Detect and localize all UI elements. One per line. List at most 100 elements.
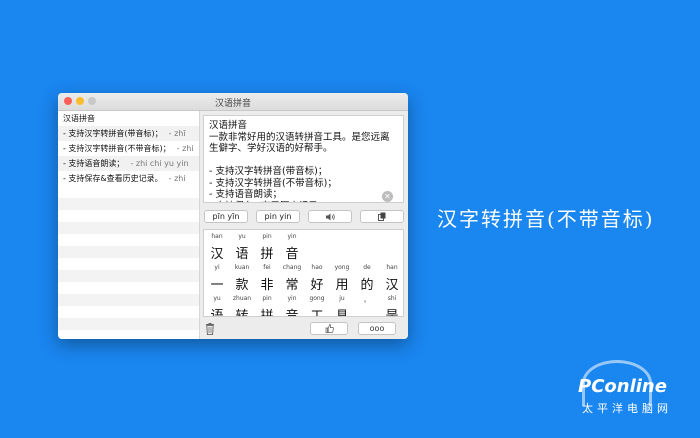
history-item[interactable]: - 支持汉字转拼音(不带音标)； - zhi: [58, 141, 199, 156]
pinyin-cell: yin: [287, 233, 297, 240]
history-item-title: - 支持语音朗读；: [63, 159, 125, 168]
empty-row: [58, 222, 199, 234]
speak-button[interactable]: [308, 210, 352, 223]
empty-row: [58, 198, 199, 210]
pinyin-cell: han: [211, 233, 223, 240]
hanzi-cell: 常: [285, 278, 299, 293]
pinyin-cell: yi: [214, 264, 220, 271]
pinyin-cell: zhuan: [232, 295, 252, 302]
input-line: - 支持汉字转拼音(不带音标)；: [209, 177, 337, 189]
hanzi-cell: 语: [235, 247, 249, 262]
empty-row: [58, 186, 199, 198]
hanzi-cell: 是: [385, 309, 399, 317]
pinyin-cell: han: [386, 264, 398, 271]
pinyin-cell: ju: [339, 295, 345, 302]
hanzi-cell: 拼: [260, 247, 274, 262]
pinyin-cell: pin: [262, 233, 272, 240]
more-button[interactable]: ooo: [358, 322, 396, 335]
like-button[interactable]: [310, 322, 348, 335]
hanzi-cell: 的: [360, 278, 374, 293]
input-line: - 支持语音朗读；: [209, 189, 282, 200]
history-item[interactable]: - 支持保存&查看历史记录。 - zhi: [58, 171, 199, 186]
pinyin-cell: yin: [287, 295, 297, 302]
hanzi-cell: 转: [235, 309, 249, 317]
input-line: 汉语拼音: [209, 120, 248, 131]
pinyin-plain-button[interactable]: pin yin: [256, 210, 300, 223]
pinyin-cell: hao: [311, 264, 323, 271]
hanzi-cell: 拼: [260, 309, 274, 317]
hanzi-cell: 。: [360, 309, 374, 317]
hanzi-cell: 工: [310, 309, 324, 317]
watermark-sub: 太平洋电脑网: [582, 402, 672, 415]
pinyin-cell: shi: [387, 295, 397, 302]
watermark-brand: PConline: [578, 376, 667, 397]
empty-row: [58, 270, 199, 282]
hanzi-row: 汉语拼音: [204, 241, 403, 263]
history-item[interactable]: 汉语拼音: [58, 111, 199, 126]
hanzi-row: 一款非常好用的汉: [204, 272, 403, 294]
hanzi-row: 语 转 拼 音 工 具 。 是: [204, 303, 403, 317]
pinyin-row: yi kuan fei chang hao yong de han: [204, 263, 403, 272]
window-title: 汉语拼音: [214, 99, 251, 109]
watermark: PConline 太平洋电脑网: [578, 360, 688, 420]
history-item-title: - 支持保存&查看历史记录。: [63, 174, 163, 183]
hanzi-cell: 款: [235, 278, 249, 293]
pinyin-row: han yu pin yin: [204, 232, 403, 241]
pinyin-cell: yu: [238, 233, 246, 240]
hanzi-cell: 用: [335, 278, 349, 293]
hanzi-cell: 音: [285, 309, 299, 317]
hanzi-cell: 语: [210, 309, 224, 317]
history-item-pinyin: - zhi: [176, 144, 194, 153]
empty-row: [58, 210, 199, 222]
hanzi-cell: 汉: [385, 278, 399, 293]
clear-icon[interactable]: ✕: [382, 191, 393, 202]
pinyin-cell: yong: [334, 264, 350, 271]
input-line: [209, 155, 398, 167]
empty-row: [58, 246, 199, 258]
input-textarea[interactable]: 汉语拼音 一款非常好用的汉语转拼音工具。是您远离生僻字、学好汉语的好帮手。 - 支…: [203, 115, 404, 203]
pinyin-cell: de: [363, 264, 371, 271]
title-bar: 汉语拼音: [58, 93, 408, 111]
speaker-icon: [325, 213, 335, 221]
thumb-icon: [325, 324, 334, 333]
empty-row: [58, 234, 199, 246]
pinyin-row: yu zhuan pin yin gong ju。 shi: [204, 294, 403, 304]
hanzi-cell: 音: [285, 247, 299, 262]
input-line: - 支持汉字转拼音(带音标)；: [209, 166, 328, 177]
history-item-pinyin: - zhi chi yu yin: [130, 159, 189, 168]
empty-row: [58, 318, 199, 330]
copy-icon: [378, 212, 386, 221]
history-item-title: - 支持汉字转拼音(不带音标)；: [63, 144, 171, 153]
history-item[interactable]: - 支持语音朗读； - zhi chi yu yin: [58, 156, 199, 171]
hanzi-cell: 汉: [210, 247, 224, 262]
pinyin-cell: chang: [282, 264, 302, 271]
pinyin-cell: kuan: [234, 264, 250, 271]
hanzi-cell: 具: [335, 309, 349, 317]
pinyin-cell: yu: [213, 295, 221, 302]
pinyin-cell: gong: [309, 295, 325, 302]
history-item[interactable]: - 支持汉字转拼音(带音标)； - zhī: [58, 126, 199, 141]
action-buttons: pīn yīn pin yin: [204, 210, 404, 224]
copy-button[interactable]: [360, 210, 404, 223]
history-item-pinyin: - zhī: [168, 129, 186, 138]
pinyin-cell: fei: [263, 264, 271, 271]
history-item-pinyin: - zhi: [168, 174, 186, 183]
history-list: 汉语拼音 - 支持汉字转拼音(带音标)； - zhī - 支持汉字转拼音(不带音标)；…: [58, 111, 199, 186]
trash-icon[interactable]: [205, 323, 215, 335]
input-line: - 支持保存&查看历史记录。: [209, 201, 398, 203]
input-line: 一款非常好用的汉语转拼音工具。是您远离生僻字、学好汉语的好帮手。: [209, 131, 390, 155]
history-empty-rows: [58, 186, 199, 330]
history-sidebar: 汉语拼音 - 支持汉字转拼音(带音标)； - zhī - 支持汉字转拼音(不带音标)；…: [58, 111, 200, 339]
empty-row: [58, 258, 199, 270]
pinyin-output: han yu pin yin 汉语拼音 yi kuan fei chang hao yong de ha…: [203, 229, 404, 317]
feature-caption: 汉字转拼音(不带音标): [437, 207, 655, 231]
history-item-title: - 支持汉字转拼音(带音标)；: [63, 129, 163, 138]
pinyin-tone-button[interactable]: pīn yīn: [204, 210, 248, 223]
empty-row: [58, 294, 199, 306]
empty-row: [58, 306, 199, 318]
history-item-title: 汉语拼音: [63, 114, 95, 123]
app-window: 汉语拼音 汉语拼音 - 支持汉字转拼音(带音标)； - zhī - 支持汉字转拼音(不…: [58, 93, 408, 339]
hanzi-cell: 好: [310, 278, 324, 293]
empty-row: [58, 282, 199, 294]
hanzi-cell: 一: [210, 278, 224, 293]
